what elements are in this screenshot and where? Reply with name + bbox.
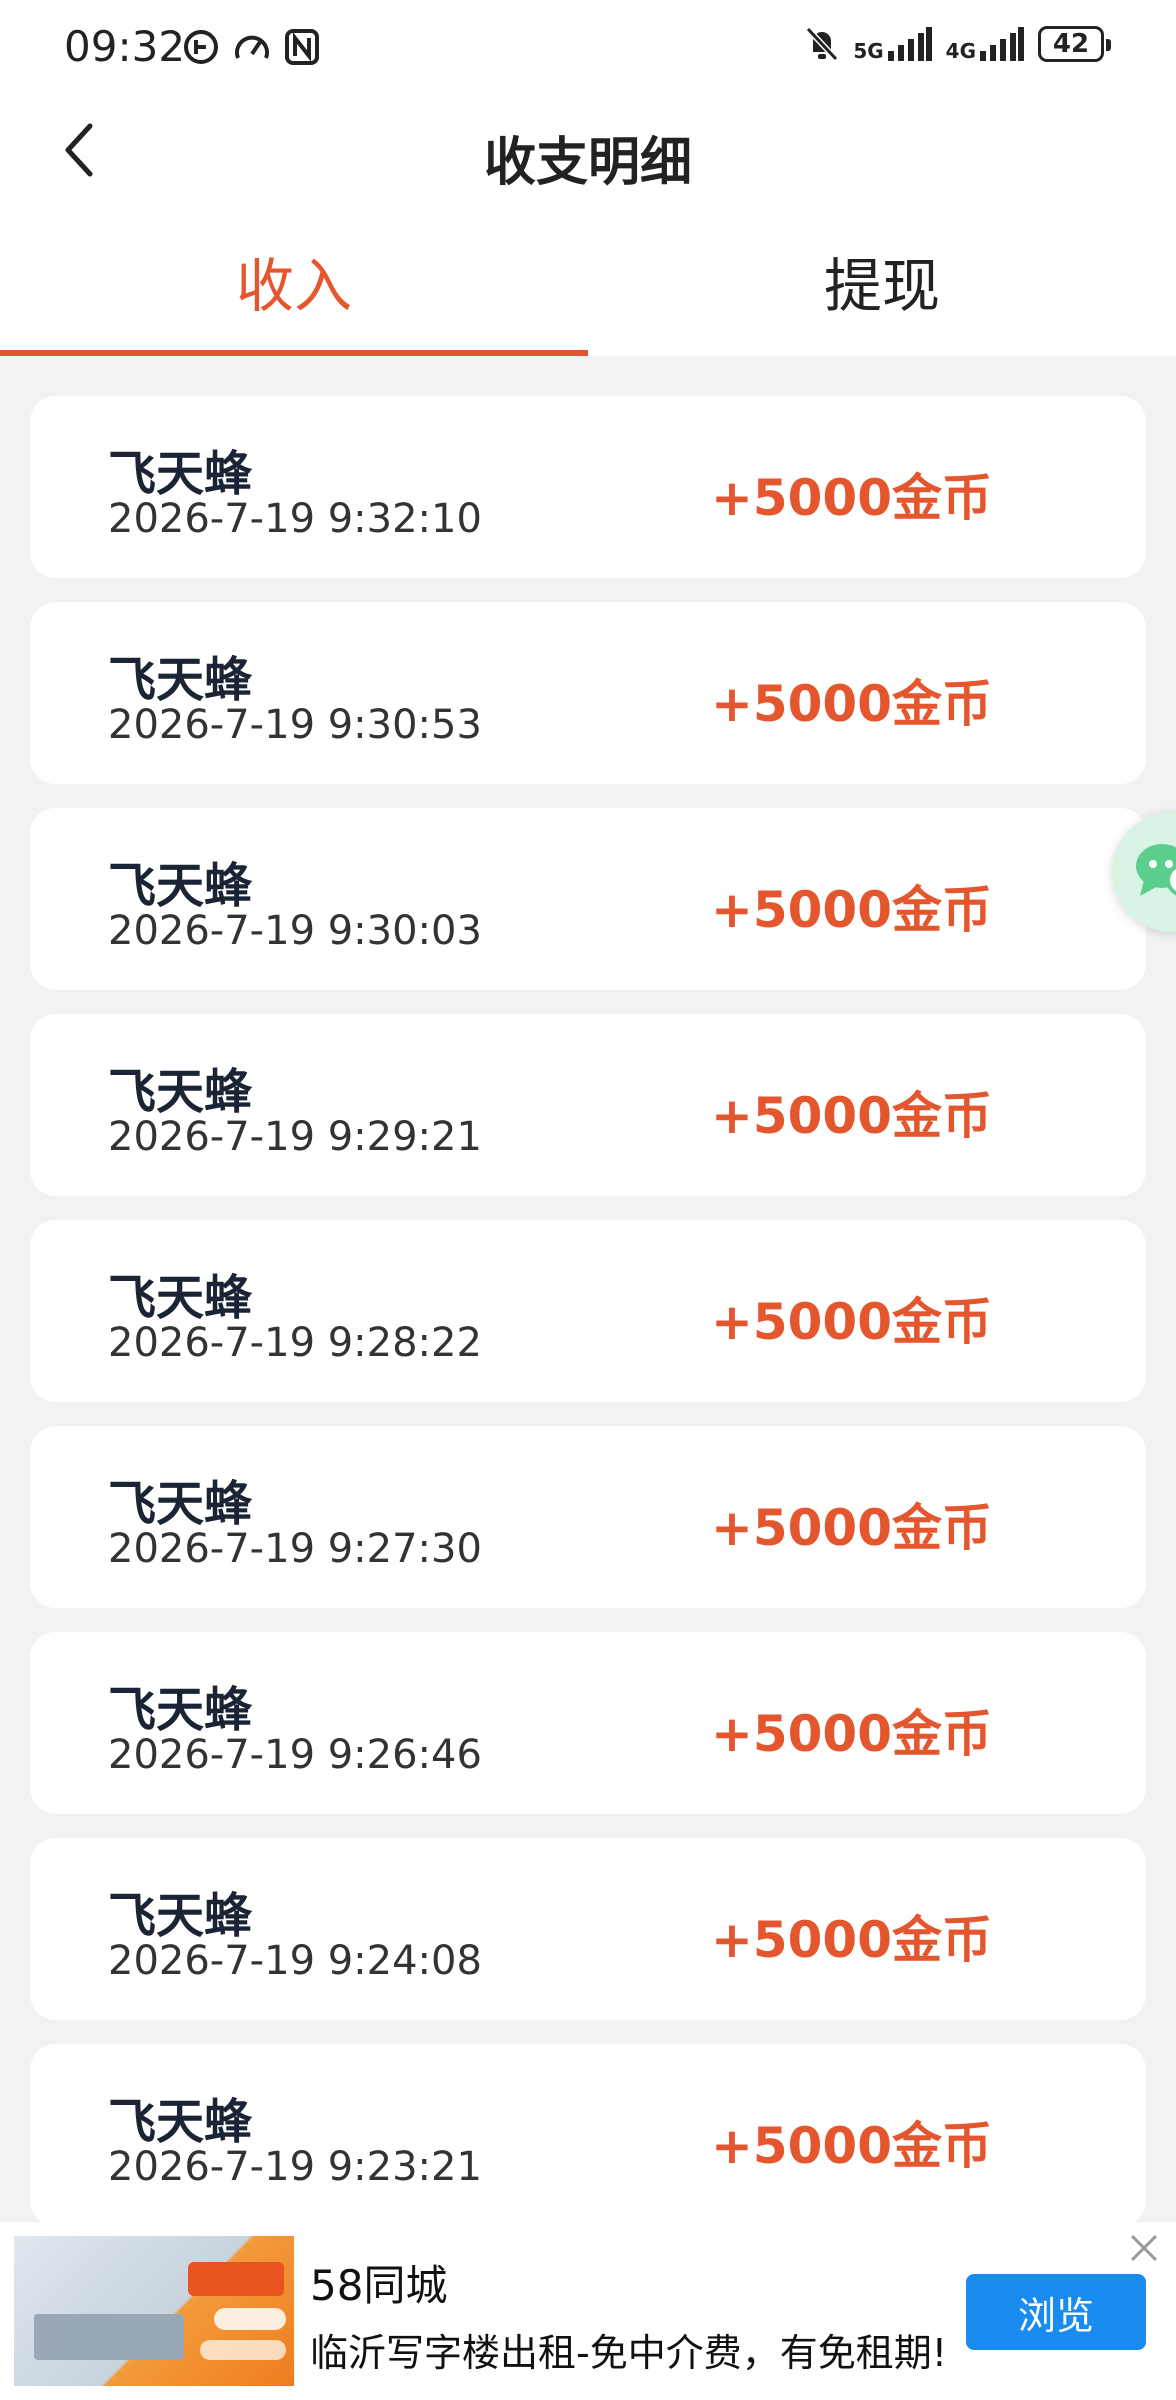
record-time: 2026-7-19 9:28:22: [108, 1320, 482, 1366]
list-item[interactable]: 飞天蜂 2026-7-19 9:23:21 +5000金币: [30, 2044, 1146, 2226]
record-amount: +5000金币: [710, 881, 992, 939]
record-time: 2026-7-19 9:32:10: [108, 496, 482, 542]
list-item[interactable]: 飞天蜂 2026-7-19 9:30:53 +5000金币: [30, 602, 1146, 784]
record-amount: +5000金币: [710, 1499, 992, 1557]
list-item[interactable]: 飞天蜂 2026-7-19 9:26:46 +5000金币: [30, 1632, 1146, 1814]
tab-income[interactable]: 收入: [0, 206, 588, 356]
close-icon: [1130, 2234, 1158, 2262]
ad-close-button[interactable]: [1124, 2228, 1164, 2268]
record-amount: +5000金币: [710, 1911, 992, 1969]
record-amount: +5000金币: [710, 469, 992, 527]
record-name: 飞天蜂: [108, 1064, 253, 1120]
record-name: 飞天蜂: [108, 446, 253, 502]
record-time: 2026-7-19 9:30:03: [108, 908, 482, 954]
signal-icon: [887, 27, 932, 61]
record-name: 飞天蜂: [108, 858, 253, 914]
record-time: 2026-7-19 9:29:21: [108, 1114, 482, 1160]
ad-browse-button[interactable]: 浏览: [966, 2274, 1146, 2350]
list-item[interactable]: 飞天蜂 2026-7-19 9:27:30 +5000金币: [30, 1426, 1146, 1608]
record-time: 2026-7-19 9:23:21: [108, 2144, 482, 2190]
tab-bar: 收入 提现: [0, 206, 1176, 356]
network-label-4g: 4G: [945, 39, 976, 63]
mute-bell-icon: [806, 26, 839, 62]
record-list: 飞天蜂 2026-7-19 9:32:10 +5000金币 飞天蜂 2026-7…: [30, 396, 1146, 2250]
app-header: 收支明细: [0, 96, 1176, 206]
record-amount: +5000金币: [710, 1087, 992, 1145]
record-name: 飞天蜂: [108, 1888, 253, 1944]
nfc-icon: [285, 29, 319, 65]
chat-bubble-icon: [1136, 844, 1176, 896]
list-item[interactable]: 飞天蜂 2026-7-19 9:32:10 +5000金币: [30, 396, 1146, 578]
record-amount: +5000金币: [710, 2117, 992, 2175]
record-name: 飞天蜂: [108, 1476, 253, 1532]
ad-thumbnail: [14, 2236, 294, 2386]
list-item[interactable]: 飞天蜂 2026-7-19 9:24:08 +5000金币: [30, 1838, 1146, 2020]
page-title: 收支明细: [483, 133, 692, 193]
speedometer-icon: [235, 35, 269, 59]
record-amount: +5000金币: [710, 1293, 992, 1351]
record-time: 2026-7-19 9:27:30: [108, 1526, 482, 1572]
ad-banner[interactable]: 58同城 临沂写字楼出租-免中介费，有免租期! 浏览: [0, 2222, 1176, 2400]
ad-description: 临沂写字楼出租-免中介费，有免租期!: [310, 2331, 947, 2375]
record-name: 飞天蜂: [108, 1682, 253, 1738]
list-item[interactable]: 飞天蜂 2026-7-19 9:28:22 +5000金币: [30, 1220, 1146, 1402]
status-right-icons: 5G 4G 42: [805, 26, 1111, 63]
record-name: 飞天蜂: [108, 2094, 253, 2150]
battery-indicator: 42: [1038, 26, 1111, 62]
record-amount: +5000金币: [710, 675, 992, 733]
record-time: 2026-7-19 9:30:53: [108, 702, 482, 748]
ad-brand: 58同城: [310, 2261, 448, 2310]
status-left-icons: [182, 28, 320, 66]
status-time: 09:32: [64, 22, 186, 71]
list-item[interactable]: 飞天蜂 2026-7-19 9:30:03 +5000金币: [30, 808, 1146, 990]
list-item[interactable]: 飞天蜂 2026-7-19 9:29:21 +5000金币: [30, 1014, 1146, 1196]
status-bar: 09:32 5G 4G 42: [0, 0, 1176, 96]
tab-withdraw[interactable]: 提现: [588, 206, 1176, 356]
record-time: 2026-7-19 9:26:46: [108, 1732, 482, 1778]
network-label-5g: 5G: [853, 39, 884, 63]
data-saver-icon: [184, 30, 218, 64]
record-name: 飞天蜂: [108, 1270, 253, 1326]
record-time: 2026-7-19 9:24:08: [108, 1938, 482, 1984]
record-amount: +5000金币: [710, 1705, 992, 1763]
record-name: 飞天蜂: [108, 652, 253, 708]
signal-icon: [980, 27, 1024, 61]
